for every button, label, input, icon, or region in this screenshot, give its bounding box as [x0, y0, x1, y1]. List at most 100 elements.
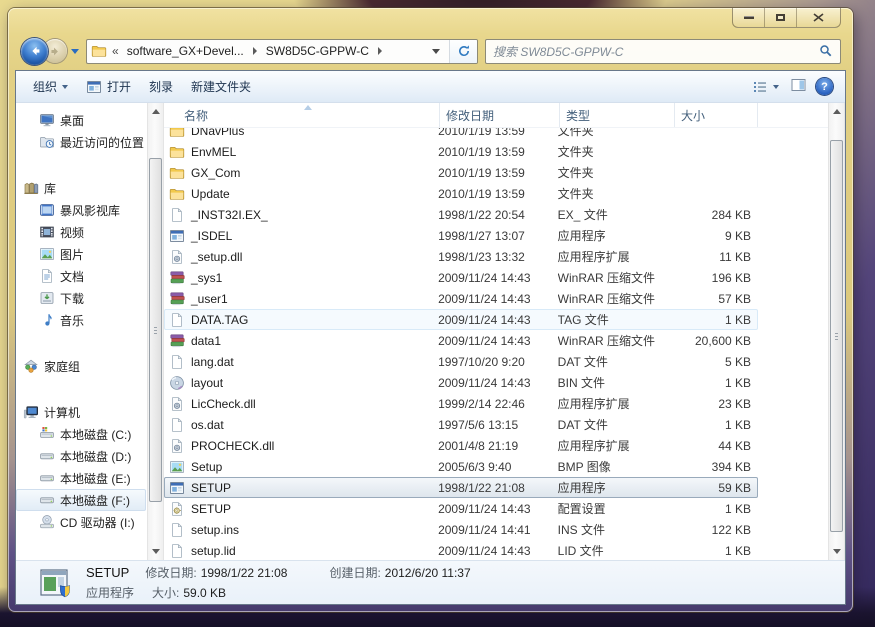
table-row[interactable]: setup.ins 2009/11/24 14:41 INS 文件 122 KB [164, 519, 758, 540]
sidebar-item[interactable]: 音乐 [16, 309, 146, 331]
table-row[interactable]: _setup.dll 1998/1/23 13:32 应用程序扩展 11 KB [164, 246, 758, 267]
history-dropdown-icon[interactable] [71, 49, 79, 54]
breadcrumb-segment[interactable]: software_GX+Devel... [124, 44, 247, 58]
breadcrumb-overflow[interactable]: « [110, 44, 121, 58]
file-date-cell: 2009/11/24 14:43 [438, 271, 558, 285]
breadcrumb-separator-icon[interactable] [253, 47, 257, 55]
table-row[interactable]: Update 2010/1/19 13:59 文件夹 [164, 183, 758, 204]
table-row[interactable]: LicCheck.dll 1999/2/14 22:46 应用程序扩展 23 K… [164, 393, 758, 414]
file-list: 名称 修改日期 类型 大小 DNavPlus 2010/1/19 13:59 文… [164, 103, 828, 560]
file-name-cell: setup.ins [165, 522, 438, 538]
scrollbar-thumb[interactable] [149, 158, 162, 502]
selected-file-app-icon [39, 566, 73, 600]
sidebar-item[interactable]: CD 驱动器 (I:) [16, 511, 146, 533]
views-button[interactable] [750, 75, 781, 99]
column-header-name[interactable]: 名称 [164, 103, 440, 127]
sidebar-item[interactable]: 文档 [16, 265, 146, 287]
file-name: DNavPlus [191, 128, 244, 138]
table-row[interactable]: setup.lid 2009/11/24 14:43 LID 文件 1 KB [164, 540, 758, 560]
sidebar-item[interactable]: 暴风影视库 [16, 199, 146, 221]
sidebar-item-label: 本地磁盘 (C:) [60, 426, 131, 443]
table-row[interactable]: Setup 2005/6/3 9:40 BMP 图像 394 KB [164, 456, 758, 477]
file-name-cell: os.dat [165, 417, 438, 433]
sidebar-item[interactable]: 本地磁盘 (F:) [16, 489, 146, 511]
file-name: SETUP [191, 502, 231, 516]
file-date-cell: 1998/1/23 13:32 [438, 250, 558, 264]
table-row[interactable]: SETUP 2009/11/24 14:43 配置设置 1 KB [164, 498, 758, 519]
table-row[interactable]: PROCHECK.dll 2001/4/8 21:19 应用程序扩展 44 KB [164, 435, 758, 456]
sidebar-item[interactable]: 视频 [16, 221, 146, 243]
sidebar-item[interactable]: 下载 [16, 287, 146, 309]
help-button[interactable]: ? [816, 78, 833, 95]
search-input[interactable]: 搜索 SW8D5C-GPPW-C [485, 39, 841, 64]
minimize-button[interactable] [733, 8, 765, 27]
sidebar-item-label: 暴风影视库 [60, 202, 120, 219]
sidebar-item[interactable]: 本地磁盘 (C:) [16, 423, 146, 445]
table-row[interactable]: _ISDEL 1998/1/27 13:07 应用程序 9 KB [164, 225, 758, 246]
table-row[interactable]: lang.dat 1997/10/20 9:20 DAT 文件 5 KB [164, 351, 758, 372]
arrow-down-icon [833, 549, 841, 554]
column-header-type[interactable]: 类型 [560, 103, 675, 127]
modified-date-label: 修改日期: [145, 564, 196, 581]
refresh-button[interactable] [449, 40, 477, 63]
file-date-cell: 2009/11/24 14:41 [438, 523, 558, 537]
scroll-up-button[interactable] [829, 103, 844, 120]
column-header-date[interactable]: 修改日期 [440, 103, 560, 127]
breadcrumb-segment[interactable]: SW8D5C-GPPW-C [263, 44, 372, 58]
sidebar-item[interactable]: 桌面 [16, 109, 146, 131]
maximize-button[interactable] [765, 8, 797, 27]
table-row[interactable]: EnvMEL 2010/1/19 13:59 文件夹 [164, 141, 758, 162]
column-header-size[interactable]: 大小 [675, 103, 758, 127]
sidebar-item[interactable]: 库 [16, 177, 146, 199]
table-row[interactable]: _INST32I.EX_ 1998/1/22 20:54 EX_ 文件 284 … [164, 204, 758, 225]
breadcrumb-separator-icon[interactable] [378, 47, 382, 55]
scroll-up-button[interactable] [148, 103, 163, 120]
sidebar-item-label: 图片 [60, 246, 84, 263]
app-icon [169, 228, 185, 244]
organize-button[interactable]: 组织 [24, 74, 77, 99]
table-row[interactable]: data1 2009/11/24 14:43 WinRAR 压缩文件 20,60… [164, 330, 758, 351]
new-folder-button[interactable]: 新建文件夹 [182, 74, 260, 99]
breadcrumb[interactable]: « software_GX+Devel... SW8D5C-GPPW-C [86, 39, 478, 64]
file-type-cell: BMP 图像 [558, 458, 673, 475]
address-dropdown-icon[interactable] [432, 49, 440, 54]
table-row[interactable]: SETUP 1998/1/22 21:08 应用程序 59 KB [164, 477, 758, 498]
table-row[interactable]: _user1 2009/11/24 14:43 WinRAR 压缩文件 57 K… [164, 288, 758, 309]
file-name: LicCheck.dll [191, 397, 256, 411]
close-button[interactable] [797, 8, 840, 27]
sidebar-item[interactable]: 最近访问的位置 [16, 131, 146, 153]
scrollbar-thumb[interactable] [830, 140, 843, 532]
file-name: _setup.dll [191, 250, 242, 264]
table-row[interactable]: DNavPlus 2010/1/19 13:59 文件夹 [164, 128, 758, 141]
folder-icon [169, 144, 185, 160]
scroll-down-button[interactable] [148, 543, 163, 560]
column-header-filler [758, 103, 828, 127]
preview-pane-button[interactable] [790, 77, 807, 96]
folder-icon [169, 165, 185, 181]
file-size-cell: 44 KB [672, 439, 757, 453]
file-type-cell: DAT 文件 [558, 416, 673, 433]
sidebar-item[interactable]: 本地磁盘 (E:) [16, 467, 146, 489]
table-row[interactable]: DATA.TAG 2009/11/24 14:43 TAG 文件 1 KB [164, 309, 758, 330]
table-row[interactable]: GX_Com 2010/1/19 13:59 文件夹 [164, 162, 758, 183]
open-button[interactable]: 打开 [77, 74, 140, 99]
new-folder-label: 新建文件夹 [191, 78, 251, 95]
table-row[interactable]: layout 2009/11/24 14:43 BIN 文件 1 KB [164, 372, 758, 393]
main-area: 桌面 最近访问的位置 库 暴风影视库 视频 图片 文档 下载 音乐 家庭组 计算… [16, 103, 845, 560]
file-name: EnvMEL [191, 145, 236, 159]
table-row[interactable]: os.dat 1997/5/6 13:15 DAT 文件 1 KB [164, 414, 758, 435]
file-type-cell: 应用程序扩展 [558, 248, 673, 265]
file-icon [169, 522, 185, 538]
sidebar-item[interactable]: 计算机 [16, 401, 146, 423]
scroll-down-button[interactable] [829, 543, 844, 560]
back-button[interactable] [21, 38, 48, 65]
burn-button[interactable]: 刻录 [140, 74, 182, 99]
file-type-cell: 文件夹 [558, 185, 673, 202]
sidebar-item[interactable]: 家庭组 [16, 355, 146, 377]
sidebar-item[interactable]: 本地磁盘 (D:) [16, 445, 146, 467]
search-icon[interactable] [819, 44, 833, 58]
file-name-cell: lang.dat [165, 354, 438, 370]
sidebar-item[interactable]: 图片 [16, 243, 146, 265]
table-row[interactable]: _sys1 2009/11/24 14:43 WinRAR 压缩文件 196 K… [164, 267, 758, 288]
sidebar: 桌面 最近访问的位置 库 暴风影视库 视频 图片 文档 下载 音乐 家庭组 计算… [16, 103, 147, 560]
